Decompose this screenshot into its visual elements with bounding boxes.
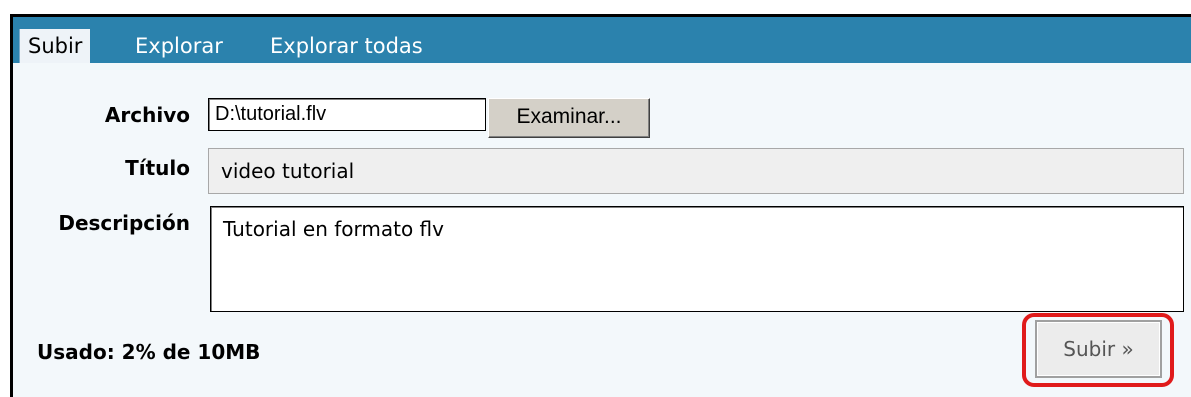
- file-path-input[interactable]: D:\tutorial.flv: [208, 98, 486, 131]
- tab-explorar-todas[interactable]: Explorar todas: [270, 31, 423, 61]
- title-label: Título: [125, 156, 190, 180]
- tab-explorar[interactable]: Explorar: [135, 31, 223, 61]
- tab-bar: Subir Explorar Explorar todas: [13, 17, 1191, 85]
- title-input[interactable]: video tutorial: [208, 148, 1184, 194]
- description-label: Descripción: [58, 211, 190, 235]
- submit-button[interactable]: Subir »: [1035, 320, 1162, 378]
- file-label: Archivo: [104, 103, 190, 127]
- description-textarea[interactable]: Tutorial en formato flv: [210, 206, 1184, 312]
- browse-button[interactable]: Examinar...: [488, 98, 650, 138]
- storage-usage-text: Usado: 2% de 10MB: [37, 340, 261, 364]
